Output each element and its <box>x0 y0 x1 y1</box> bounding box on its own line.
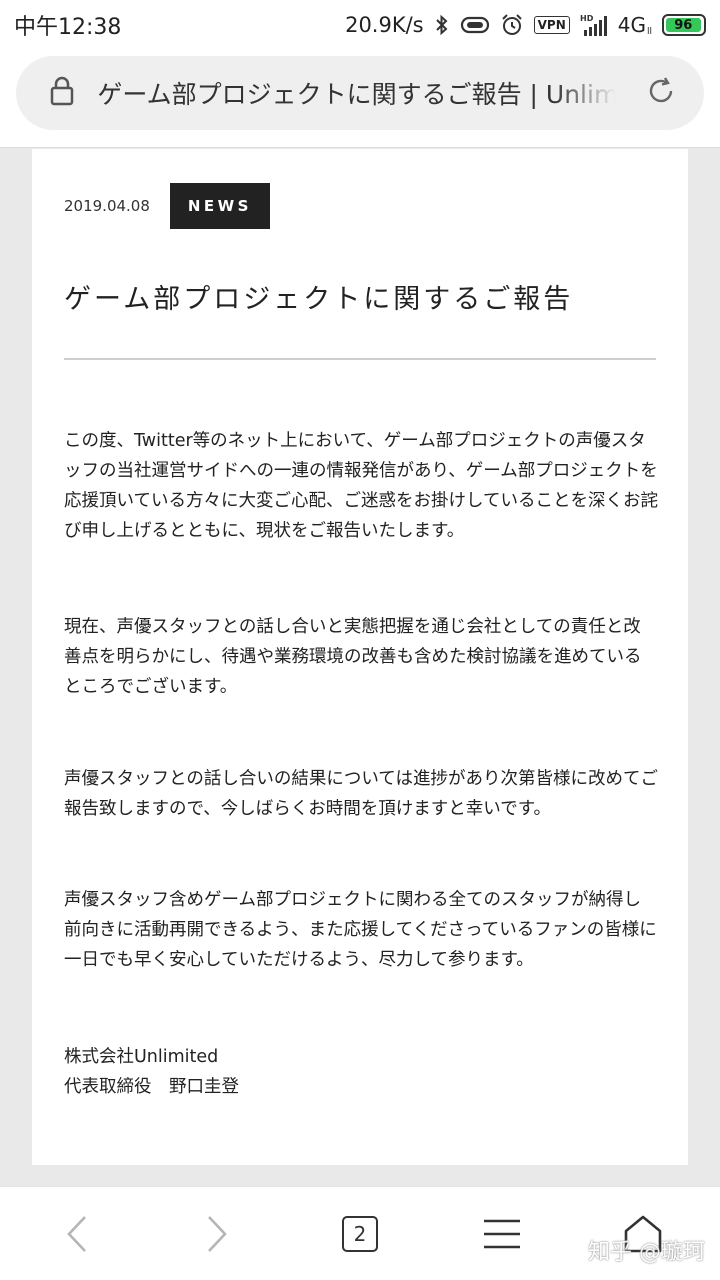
article-card: 2019.04.08 NEWS ゲーム部プロジェクトに関するご報告 この度、Tw… <box>32 149 688 1165</box>
network-speed: 20.9K/s <box>345 13 424 37</box>
news-category-badge[interactable]: NEWS <box>169 183 270 229</box>
representative-name: 代表取締役 野口圭登 <box>64 1077 239 1097</box>
title-divider <box>64 358 656 360</box>
article-title: ゲーム部プロジェクトに関するご報告 <box>64 284 574 315</box>
signature-block: 株式会社Unlimited 代表取締役 野口圭登 <box>64 1042 239 1102</box>
network-type-label: 4G <box>617 13 646 37</box>
post-date: 2019.04.08 <box>64 197 150 215</box>
back-arrow-icon[interactable] <box>52 1209 102 1259</box>
paragraph-4: 声優スタッフ含めゲーム部プロジェクトに関わる全てのスタッフが納得し前向きに活動再… <box>64 890 657 970</box>
article-meta: 2019.04.08 NEWS <box>64 183 270 229</box>
watermark: 知乎 @璇珂 <box>588 1240 705 1265</box>
paragraph-2: 現在、声優スタッフとの話し合いと実態把握を通じ会社としての責任と改善点を明らかに… <box>64 617 642 697</box>
signal-icon: HD <box>580 13 608 37</box>
network-type: 4G ll <box>618 13 652 37</box>
forward-arrow-icon[interactable] <box>192 1209 242 1259</box>
battery-indicator: 96 <box>662 14 706 36</box>
network-activity: ll <box>646 27 652 37</box>
tab-count: 2 <box>342 1216 378 1252</box>
paragraph-3: 声優スタッフとの話し合いの結果については進捗があり次第皆様に改めてご報告致します… <box>64 769 658 819</box>
paragraph-1: この度、Twitter等のネット上において、ゲーム部プロジェクトの声優スタッフの… <box>64 431 658 541</box>
vibrate-icon <box>460 14 490 36</box>
status-bar: 中午12:38 20.9K/s VPN HD 4G ll 96 <box>0 0 720 50</box>
bluetooth-icon <box>434 13 450 37</box>
status-time: 中午12:38 <box>14 15 122 40</box>
page-url[interactable]: ゲーム部プロジェクトに関するご報告 | Unlimited <box>97 75 616 111</box>
alarm-icon <box>500 13 524 37</box>
menu-icon[interactable] <box>477 1209 527 1259</box>
lock-icon <box>50 76 77 110</box>
battery-fill: 96 <box>666 18 701 33</box>
browser-toolbar: ゲーム部プロジェクトに関するご報告 | Unlimited <box>0 50 720 148</box>
address-bar[interactable]: ゲーム部プロジェクトに関するご報告 | Unlimited <box>16 56 704 130</box>
svg-text:HD: HD <box>580 14 594 23</box>
vpn-indicator: VPN <box>533 16 570 34</box>
company-name: 株式会社Unlimited <box>64 1047 219 1067</box>
tabs-button[interactable]: 2 <box>335 1209 385 1259</box>
reload-icon[interactable] <box>646 76 676 110</box>
status-indicators: 20.9K/s VPN HD 4G ll 96 <box>345 13 706 37</box>
